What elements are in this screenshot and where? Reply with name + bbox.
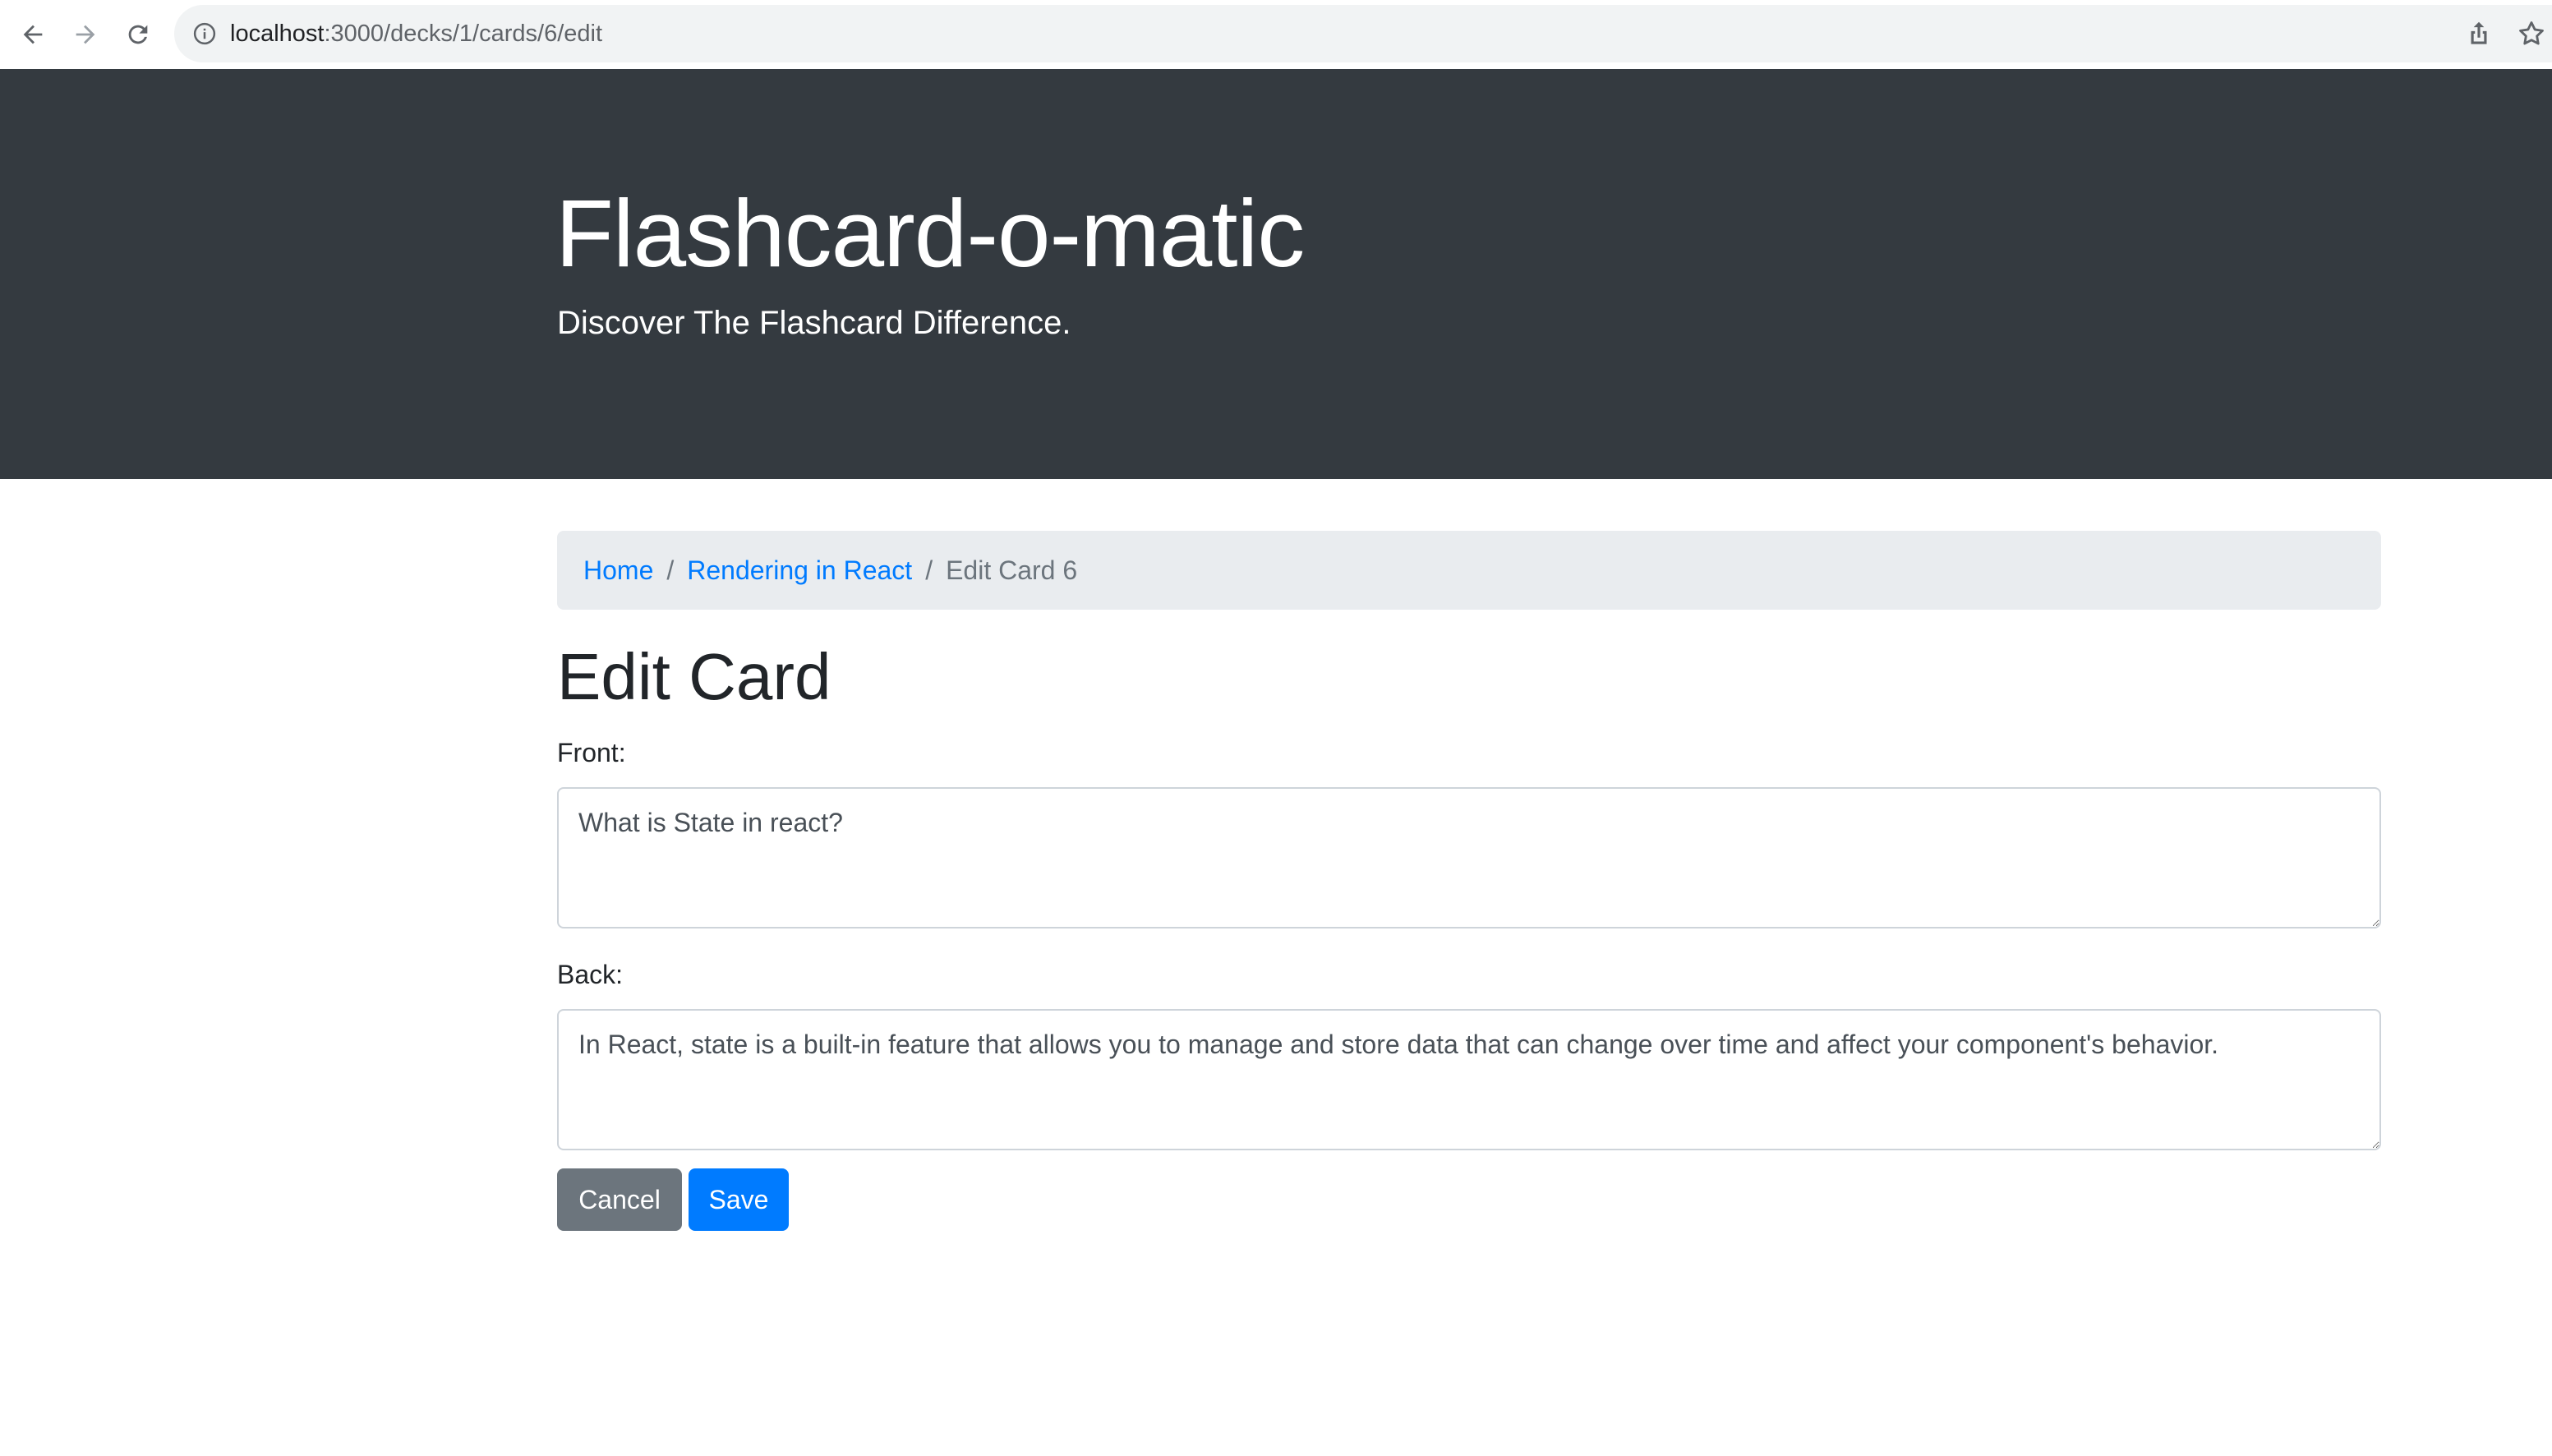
url-text[interactable]: localhost:3000/decks/1/cards/6/edit xyxy=(230,20,602,48)
header-jumbotron: Flashcard-o-matic Discover The Flashcard… xyxy=(0,69,2552,479)
breadcrumb-home-link[interactable]: Home xyxy=(583,555,653,586)
url-host: localhost xyxy=(230,21,325,47)
url-path: :3000/decks/1/cards/6/edit xyxy=(324,21,603,47)
breadcrumb: Home / Rendering in React / Edit Card 6 xyxy=(557,531,2381,610)
front-textarea[interactable]: What is State in react? xyxy=(557,787,2381,928)
front-label: Front: xyxy=(557,738,626,767)
back-button[interactable] xyxy=(13,15,53,54)
breadcrumb-separator: / xyxy=(925,555,933,585)
forward-arrow-icon xyxy=(76,25,95,44)
save-button[interactable]: Save xyxy=(689,1168,789,1231)
app-tagline: Discover The Flashcard Difference. xyxy=(557,305,1071,341)
back-arrow-icon xyxy=(23,25,43,44)
page-title: Edit Card xyxy=(557,640,831,713)
info-icon[interactable] xyxy=(192,21,217,46)
star-icon[interactable] xyxy=(2516,18,2547,49)
back-textarea[interactable]: In React, state is a built-in feature th… xyxy=(557,1009,2381,1150)
browser-toolbar: localhost:3000/decks/1/cards/6/edit xyxy=(0,0,2552,69)
breadcrumb-deck-link[interactable]: Rendering in React xyxy=(687,555,912,586)
address-bar[interactable]: localhost:3000/decks/1/cards/6/edit xyxy=(174,5,2552,62)
share-icon[interactable] xyxy=(2463,18,2494,49)
breadcrumb-separator: / xyxy=(666,555,675,585)
back-label: Back: xyxy=(557,960,624,989)
reload-icon xyxy=(128,25,148,44)
app-title: Flashcard-o-matic xyxy=(555,180,1305,287)
cancel-button[interactable]: Cancel xyxy=(557,1168,682,1231)
reload-button[interactable] xyxy=(118,15,158,54)
forward-button[interactable] xyxy=(66,15,105,54)
breadcrumb-current: Edit Card 6 xyxy=(946,555,1078,585)
